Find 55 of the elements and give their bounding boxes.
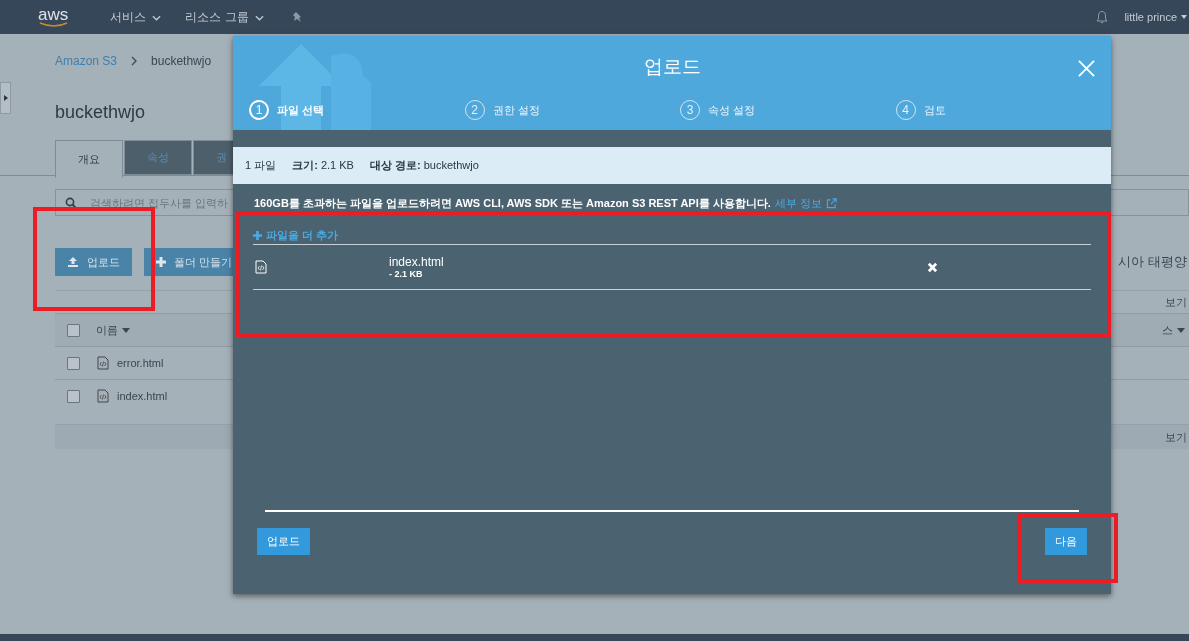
services-menu[interactable]: 서비스: [110, 8, 147, 26]
chevron-down-icon[interactable]: [254, 15, 264, 21]
resource-groups-menu[interactable]: 리소스 그룹: [185, 8, 249, 26]
chevron-down-icon[interactable]: [152, 15, 162, 21]
next-button[interactable]: 다음: [1045, 528, 1087, 555]
add-files-link[interactable]: 파일을 더 추가: [266, 227, 339, 243]
step-label[interactable]: 파일 선택: [277, 102, 325, 118]
step-label[interactable]: 검토: [923, 102, 946, 118]
external-link-icon: [825, 198, 837, 209]
step-number: 1: [249, 100, 269, 120]
sidebar-toggle[interactable]: [0, 82, 11, 114]
sort-caret-icon[interactable]: [122, 327, 130, 333]
close-icon[interactable]: [1078, 60, 1095, 77]
view-link[interactable]: 보기: [1165, 294, 1187, 310]
checkbox[interactable]: [67, 389, 80, 403]
step-label[interactable]: 권한 설정: [492, 102, 540, 118]
upload-button[interactable]: 업로드: [55, 248, 132, 276]
bell-icon[interactable]: [1095, 10, 1110, 24]
view-link[interactable]: 보기: [1165, 429, 1187, 445]
upload-button[interactable]: 업로드: [257, 528, 310, 555]
notice-text: 160GB를 초과하는 파일을 업로드하려면 AWS CLI, AWS SDK 또는 Amazon S3 REST API를 사용합니다.: [254, 196, 771, 211]
column-header[interactable]: 스: [1162, 322, 1173, 338]
region-label: 시아 태평양: [1118, 253, 1187, 271]
file-code-icon: [255, 260, 267, 274]
file-name[interactable]: error.html: [117, 357, 164, 369]
file-size: - 2.1 KB: [389, 269, 424, 279]
file-name[interactable]: index.html: [117, 390, 168, 402]
search-icon: [65, 197, 77, 209]
plus-icon[interactable]: [253, 230, 262, 240]
file-name: index.html: [389, 255, 445, 269]
summary-text: 대상 경로: buckethwjo: [369, 158, 479, 173]
breadcrumb-current: buckethwjo: [151, 54, 212, 68]
file-code-icon: [97, 389, 109, 403]
sort-caret-icon[interactable]: [1177, 327, 1185, 333]
aws-logo[interactable]: aws: [38, 6, 69, 28]
caret-down-icon[interactable]: [1181, 15, 1187, 19]
tab[interactable]: 속성: [124, 140, 192, 175]
chevron-right-icon: [131, 56, 138, 66]
file-code-icon: [97, 356, 109, 370]
details-link[interactable]: 세부 정보: [774, 196, 822, 211]
tab[interactable]: 개요: [55, 140, 123, 178]
bucket-title: buckethwjo: [55, 102, 146, 123]
caret-right-icon: [3, 95, 8, 101]
user-menu[interactable]: little prince: [1124, 11, 1177, 23]
upload-icon: [67, 256, 79, 268]
summary-text: 크기: 2.1 KB: [292, 158, 354, 173]
column-header[interactable]: 이름: [96, 322, 118, 338]
dialog-title: 업로드: [643, 55, 701, 79]
remove-icon[interactable]: [927, 261, 938, 273]
breadcrumb-link[interactable]: Amazon S3: [55, 54, 118, 68]
checkbox[interactable]: [67, 356, 80, 370]
checkbox[interactable]: [67, 323, 80, 337]
pin-icon[interactable]: [291, 11, 304, 23]
plus-icon: [156, 257, 166, 267]
step-label[interactable]: 속성 설정: [708, 102, 756, 118]
